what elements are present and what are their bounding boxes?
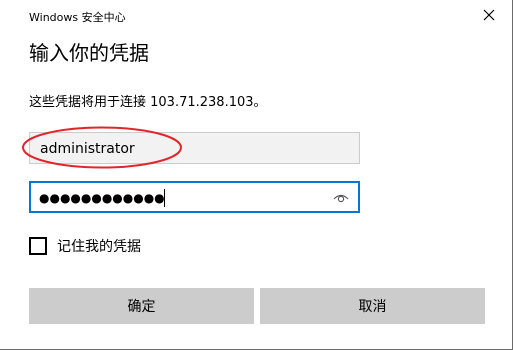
username-value: administrator: [40, 141, 135, 157]
remember-checkbox[interactable]: [29, 237, 47, 255]
close-button[interactable]: [478, 4, 500, 26]
cancel-button[interactable]: 取消: [260, 288, 485, 324]
reveal-password-button[interactable]: [330, 188, 352, 208]
dialog-heading: 输入你的凭据: [29, 41, 149, 65]
eye-icon: [333, 194, 349, 203]
remember-label: 记住我的凭据: [57, 239, 141, 255]
username-field[interactable]: administrator: [29, 132, 360, 164]
credential-dialog: Windows 安全中心 输入你的凭据 这些凭据将用于连接 103.71.238…: [0, 0, 513, 350]
password-masked-value: ●●●●●●●●●●●●: [39, 191, 165, 205]
window-title: Windows 安全中心: [29, 11, 126, 24]
text-caret: [164, 189, 165, 207]
close-icon: [483, 9, 495, 21]
ok-button[interactable]: 确定: [29, 288, 254, 324]
password-field[interactable]: ●●●●●●●●●●●●: [29, 181, 360, 213]
dialog-description: 这些凭据将用于连接 103.71.238.103。: [29, 95, 267, 110]
remember-credentials-row[interactable]: 记住我的凭据: [29, 236, 141, 256]
